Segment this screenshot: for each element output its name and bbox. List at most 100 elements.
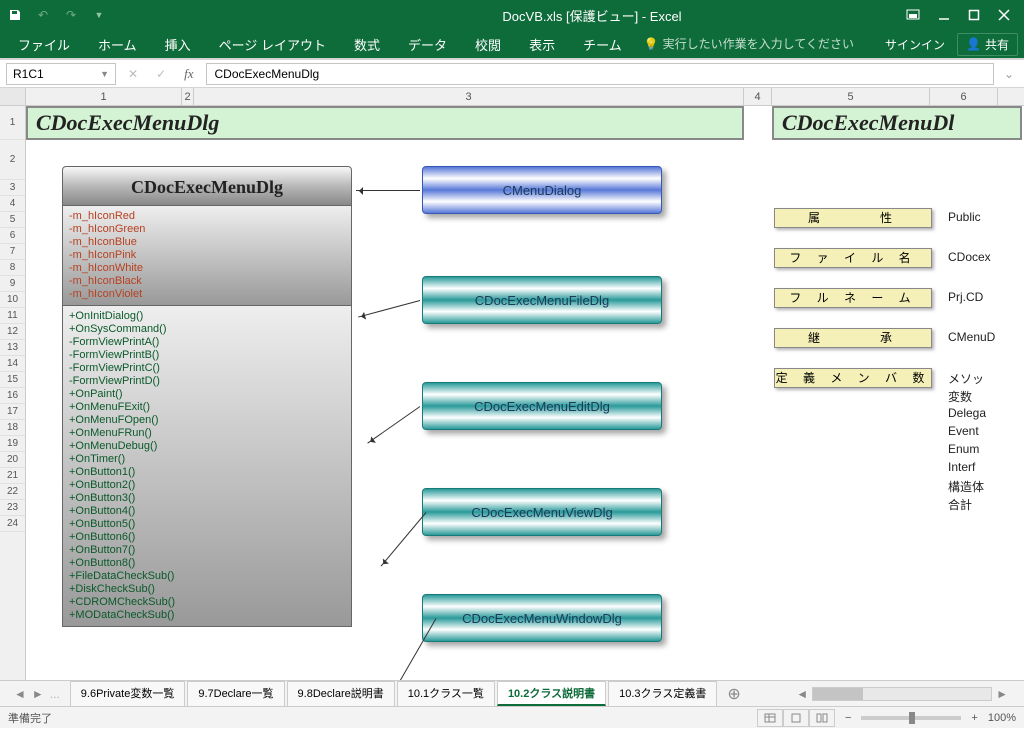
row-header[interactable]: 22 [0,484,25,500]
property-label[interactable]: 継 承 [774,328,932,348]
property-value[interactable]: Interf [948,460,975,474]
sheet-tab[interactable]: 9.7Declare一覧 [187,681,284,706]
row-header[interactable]: 14 [0,356,25,372]
tab-nav-arrows[interactable]: ◄►... [6,687,68,701]
row-header[interactable]: 19 [0,436,25,452]
property-value[interactable]: メソッ [948,370,984,387]
tab-file[interactable]: ファイル [6,31,82,58]
sheet-tab[interactable]: 9.8Declare説明書 [287,681,395,706]
related-class-box[interactable]: CDocExecMenuFileDlg [422,276,662,324]
property-value[interactable]: CDocex [948,250,991,264]
class-title-cell[interactable]: CDocExecMenuDlg [26,106,744,140]
property-label[interactable]: 定 義 メ ン バ 数 [774,368,932,388]
row-header[interactable]: 13 [0,340,25,356]
property-value[interactable]: CMenuD [948,330,995,344]
property-value[interactable]: 構造体 [948,478,984,495]
property-value[interactable]: Delega [948,406,986,420]
row-header[interactable]: 21 [0,468,25,484]
row-header[interactable]: 3 [0,180,25,196]
property-value[interactable]: Event [948,424,979,438]
tell-me-input[interactable] [663,37,863,51]
undo-icon[interactable]: ↶ [34,6,52,24]
row-header[interactable]: 12 [0,324,25,340]
grid-content[interactable]: CDocExecMenuDlg CDocExecMenuDl CDocExecM… [26,106,1024,680]
maximize-icon[interactable] [968,9,980,21]
property-label[interactable]: 属 性 [774,208,932,228]
related-class-box[interactable]: CDocExecMenuEditDlg [422,382,662,430]
tell-me[interactable]: 💡 [644,37,863,51]
horizontal-scrollbar[interactable]: ◄► [751,687,1018,701]
property-value[interactable]: Prj.CD [948,290,983,304]
col-header[interactable]: 3 [194,88,744,105]
uml-class-box[interactable]: CDocExecMenuDlg -m_hIconRed-m_hIconGreen… [62,166,352,627]
sheet-tab[interactable]: 10.1クラス一覧 [397,681,495,706]
col-header[interactable]: 6 [930,88,998,105]
select-all-cell[interactable] [0,88,26,105]
col-header[interactable]: 5 [772,88,930,105]
redo-icon[interactable]: ↷ [62,6,80,24]
property-value[interactable]: 合計 [948,496,972,513]
row-header[interactable]: 9 [0,276,25,292]
row-header[interactable]: 5 [0,212,25,228]
name-box[interactable]: R1C1▼ [6,63,116,85]
tab-review[interactable]: 校閲 [463,31,513,58]
qat-dropdown-icon[interactable]: ▼ [90,6,108,24]
tab-page-layout[interactable]: ページ レイアウト [207,31,338,58]
sheet-tab[interactable]: 10.3クラス定義書 [608,681,717,706]
row-header[interactable]: 24 [0,516,25,532]
fx-icon[interactable]: fx [178,66,199,82]
sheet-tab[interactable]: 9.6Private変数一覧 [70,681,186,706]
name-box-dropdown-icon[interactable]: ▼ [100,69,109,79]
property-label[interactable]: フ ァ イ ル 名 [774,248,932,268]
normal-view-icon[interactable] [757,709,783,727]
col-header[interactable]: 4 [744,88,772,105]
property-label[interactable]: フ ル ネ ー ム [774,288,932,308]
minimize-icon[interactable] [938,9,950,21]
row-header[interactable]: 7 [0,244,25,260]
scroll-right-icon[interactable]: ► [992,687,1012,701]
sheet-tab[interactable]: 10.2クラス説明書 [497,681,606,706]
row-header[interactable]: 16 [0,388,25,404]
tab-home[interactable]: ホーム [86,31,149,58]
page-layout-icon[interactable] [783,709,809,727]
tab-insert[interactable]: 挿入 [153,31,203,58]
row-header[interactable]: 4 [0,196,25,212]
related-class-box[interactable]: CDocExecMenuWindowDlg [422,594,662,642]
share-button[interactable]: 👤共有 [957,33,1018,56]
tab-next-icon[interactable]: ► [30,687,46,701]
row-header[interactable]: 10 [0,292,25,308]
class-title-cell-2[interactable]: CDocExecMenuDl [772,106,1022,140]
scroll-left-icon[interactable]: ◄ [792,687,812,701]
page-break-icon[interactable] [809,709,835,727]
related-class-box[interactable]: CMenuDialog [422,166,662,214]
row-header[interactable]: 2 [0,140,25,180]
row-header[interactable]: 15 [0,372,25,388]
enter-icon[interactable]: ✓ [150,67,172,81]
signin-link[interactable]: サインイン [885,36,945,53]
cancel-icon[interactable]: ✕ [122,67,144,81]
col-header[interactable]: 2 [182,88,194,105]
zoom-level[interactable]: 100% [988,712,1016,724]
row-header[interactable]: 18 [0,420,25,436]
tab-prev-icon[interactable]: ◄ [12,687,28,701]
row-header[interactable]: 20 [0,452,25,468]
ribbon-options-icon[interactable] [906,9,920,21]
property-value[interactable]: 変数 [948,388,972,405]
close-icon[interactable] [998,9,1010,21]
related-class-box[interactable]: CDocExecMenuViewDlg [422,488,662,536]
tab-team[interactable]: チーム [571,31,634,58]
zoom-out-icon[interactable]: − [845,712,851,724]
tab-data[interactable]: データ [396,31,459,58]
tab-view[interactable]: 表示 [517,31,567,58]
row-header[interactable]: 11 [0,308,25,324]
property-value[interactable]: Enum [948,442,979,456]
tab-formulas[interactable]: 数式 [342,31,392,58]
row-header[interactable]: 17 [0,404,25,420]
zoom-in-icon[interactable]: + [971,712,977,724]
add-sheet-icon[interactable]: ⊕ [719,684,748,704]
row-header[interactable]: 6 [0,228,25,244]
col-header[interactable]: 1 [26,88,182,105]
property-value[interactable]: Public [948,210,981,224]
zoom-slider[interactable] [861,716,961,720]
row-header[interactable]: 23 [0,500,25,516]
